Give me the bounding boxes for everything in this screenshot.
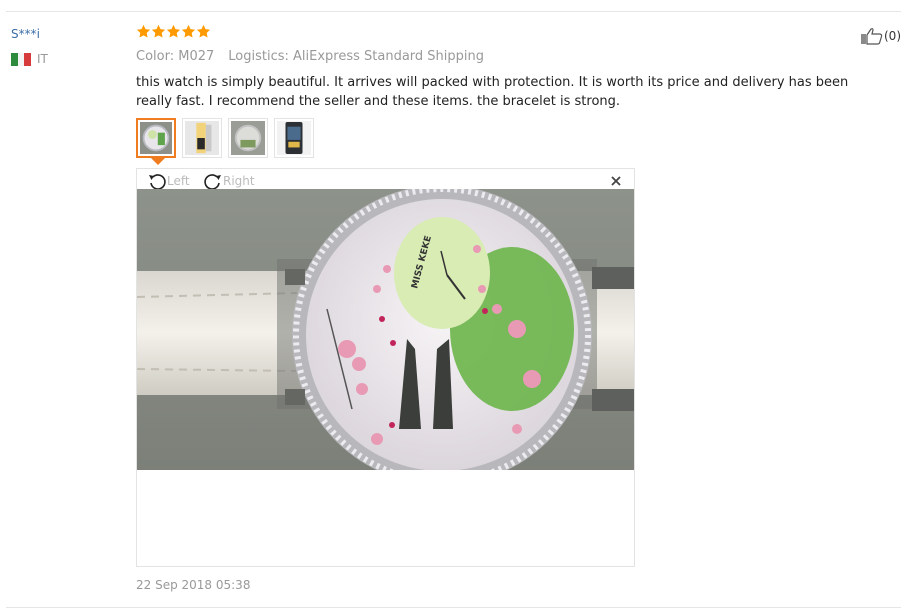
- photo-thumbnail[interactable]: [182, 118, 222, 158]
- photo-viewer: Left Right MISS KEKE: [136, 168, 635, 567]
- bottom-divider: [6, 607, 901, 608]
- star-icon: [196, 24, 211, 38]
- photo-thumbnail[interactable]: [274, 118, 314, 158]
- rotate-left-icon: [149, 174, 166, 190]
- thumbs-up-icon: [861, 28, 883, 45]
- rotate-right-label: Right: [223, 174, 255, 188]
- rotate-left-label: Left: [167, 174, 190, 188]
- selected-thumbnail-caret: [151, 158, 165, 165]
- photo-thumbnail[interactable]: [136, 118, 176, 158]
- rotate-right-icon: [204, 174, 221, 190]
- helpful-button[interactable]: (0): [860, 27, 901, 45]
- logistics-label: Logistics: AliExpress Standard Shipping: [228, 49, 485, 64]
- top-divider: [6, 11, 901, 12]
- rotate-left-button[interactable]: Left: [147, 171, 190, 191]
- reviewer-country: IT: [11, 52, 48, 66]
- photo-thumbnails: [136, 118, 314, 158]
- star-icon: [166, 24, 181, 38]
- reviewer-name[interactable]: S***i: [11, 27, 40, 41]
- review-meta: Color: M027 Logistics: AliExpress Standar…: [136, 49, 484, 64]
- color-label: Color: M027: [136, 49, 215, 64]
- star-rating: [136, 24, 211, 39]
- photo-thumbnail[interactable]: [228, 118, 268, 158]
- rotate-right-button[interactable]: Right: [203, 171, 255, 191]
- country-code: IT: [37, 52, 48, 66]
- close-icon[interactable]: [608, 173, 624, 189]
- review-photo: MISS KEKE: [137, 189, 634, 470]
- star-icon: [181, 24, 196, 38]
- review-text: this watch is simply beautiful. It arriv…: [136, 75, 849, 109]
- star-icon: [136, 24, 151, 38]
- review-date: 22 Sep 2018 05:38: [136, 578, 251, 592]
- helpful-count: (0): [884, 29, 901, 43]
- star-icon: [151, 24, 166, 38]
- flag-italy-icon: [11, 52, 32, 66]
